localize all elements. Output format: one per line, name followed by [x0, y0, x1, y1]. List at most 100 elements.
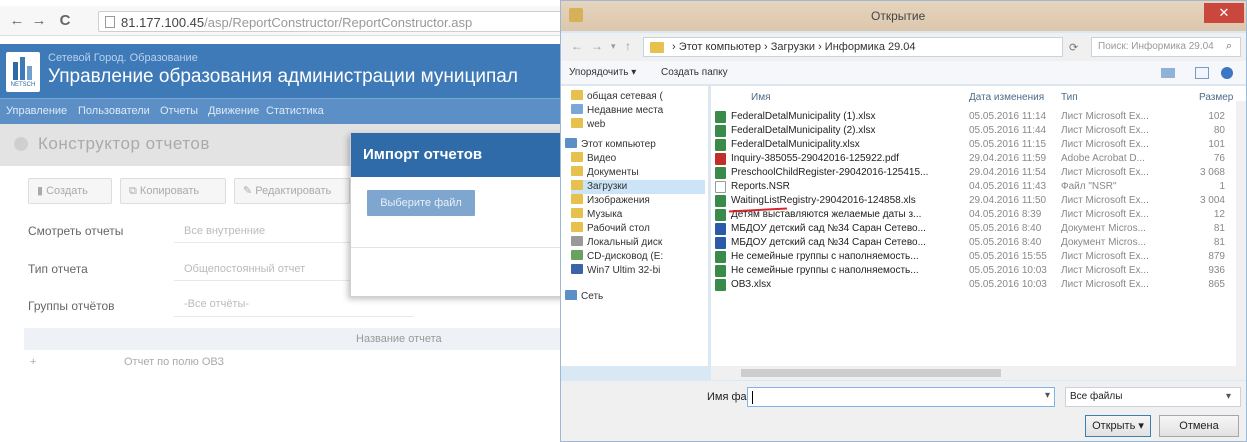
nav-item-local-disk[interactable]: Локальный диск [571, 236, 662, 250]
dialog-title: Открытие [871, 9, 926, 23]
file-date: 05.05.2016 11:15 [969, 139, 1047, 150]
file-row[interactable]: FederalDetalMunicipality (2).xlsx 05.05.2… [711, 124, 1246, 138]
file-type: Лист Microsoft Ex... [1061, 209, 1149, 220]
file-size: 1 [1219, 181, 1225, 192]
file-type: Лист Microsoft Ex... [1061, 167, 1149, 178]
reload-icon[interactable]: C [56, 12, 74, 30]
menu-item-movement[interactable]: Движение [208, 105, 259, 117]
file-row[interactable]: FederalDetalMunicipality.xlsx 05.05.2016 … [711, 138, 1246, 152]
nav-item-video[interactable]: Видео [571, 152, 616, 166]
file-row[interactable]: ОВЗ.xlsx 05.05.2016 10:03 Лист Microsoft E… [711, 278, 1246, 292]
new-folder-button[interactable]: Создать папку [661, 67, 728, 78]
file-size: 80 [1213, 125, 1225, 136]
close-button[interactable]: ✕ [1204, 3, 1244, 23]
view-reports-select[interactable]: Все внутренние [184, 225, 265, 237]
filename-input[interactable]: ▾ [747, 387, 1055, 407]
chevron-down-icon[interactable]: ▾ [1045, 390, 1050, 401]
file-date: 04.05.2016 11:43 [969, 181, 1047, 192]
nav-item-desktop[interactable]: Рабочий стол [571, 222, 650, 236]
nav-item-win7[interactable]: Win7 Ultim 32-bi [571, 264, 660, 278]
table-row[interactable]: + Отчет по полю ОВЗ [24, 352, 580, 374]
nav-item-this-pc[interactable]: Этот компьютер [565, 138, 656, 152]
copy-button[interactable]: ⧉ Копировать [120, 178, 226, 204]
file-date: 05.05.2016 11:44 [969, 125, 1047, 136]
choose-file-button[interactable]: Выберите файл [367, 190, 475, 216]
url-field[interactable]: 81.177.100.45/asp/ReportConstructor/Repo… [98, 11, 568, 32]
nav-item-network[interactable]: Сеть [565, 290, 603, 304]
forward-arrow-icon[interactable]: → [30, 12, 48, 30]
file-date: 05.05.2016 10:03 [969, 265, 1047, 276]
copy-button-label: Копировать [139, 185, 200, 197]
nav-item-documents[interactable]: Документы [571, 166, 639, 180]
file-row[interactable]: Детям выставляются желаемые даты з... 04.… [711, 208, 1246, 222]
menu-item-statistics[interactable]: Статистика [266, 105, 324, 117]
file-icon [715, 153, 726, 165]
column-report-name[interactable]: Название отчета [356, 333, 442, 345]
column-date[interactable]: Дата изменения [969, 92, 1044, 103]
column-size[interactable]: Размер [1199, 92, 1233, 103]
file-date: 05.05.2016 15:55 [969, 251, 1047, 262]
file-row[interactable]: Не семейные группы с наполняемость... 05.… [711, 250, 1246, 264]
menu-item-reports[interactable]: Отчеты [160, 105, 198, 117]
menu-item-users[interactable]: Пользователи [78, 105, 150, 117]
nav-item-music[interactable]: Музыка [571, 208, 622, 222]
report-groups-select[interactable]: -Все отчёты- [184, 298, 249, 310]
view-mode-icon[interactable] [1161, 68, 1175, 78]
nav-item-cd-drive[interactable]: CD-дисковод (E: [571, 250, 663, 264]
horizontal-scrollbar[interactable] [711, 366, 1246, 380]
documents-folder-icon [571, 166, 583, 176]
nav-item-shared[interactable]: общая сетевая ( [571, 90, 663, 104]
nav-item-web[interactable]: web [571, 118, 605, 132]
expand-icon[interactable]: + [30, 356, 36, 368]
cancel-button[interactable]: Отмена [1159, 415, 1239, 437]
help-icon[interactable] [1221, 67, 1233, 79]
url-host: 81.177.100.45 [121, 15, 205, 30]
file-type-select[interactable]: Все файлы ▾ [1065, 387, 1241, 407]
preview-pane-icon[interactable] [1195, 67, 1209, 79]
nav-item-recent[interactable]: Недавние места [571, 104, 663, 118]
file-row[interactable]: Reports.NSR 04.05.2016 11:43 Файл "NSR" 1 [711, 180, 1246, 194]
column-type[interactable]: Тип [1061, 92, 1078, 103]
edit-button[interactable]: ✎ Редактировать [234, 178, 350, 204]
file-type: Лист Microsoft Ex... [1061, 279, 1149, 290]
file-size: 936 [1208, 265, 1225, 276]
breadcrumb[interactable]: › Этот компьютер › Загрузки › Информика … [643, 37, 1063, 57]
column-name[interactable]: Имя [751, 92, 770, 103]
file-date: 05.05.2016 11:14 [969, 111, 1047, 122]
file-row[interactable]: FederalDetalMunicipality (1).xlsx 05.05.2… [711, 110, 1246, 124]
refresh-icon[interactable]: ⟳ [1069, 41, 1078, 54]
file-row[interactable]: WaitingListRegistry-29042016-124858.xls 2… [711, 194, 1246, 208]
file-name: Inquiry-385055-29042016-125922.pdf [731, 153, 899, 164]
pictures-folder-icon [571, 194, 583, 204]
file-row[interactable]: МБДОУ детский сад №34 Саран Сетево... 05.… [711, 222, 1246, 236]
nav-item-downloads[interactable]: Загрузки [571, 180, 705, 194]
search-input[interactable]: Поиск: Информика 29.04 ⌕ [1091, 37, 1241, 57]
scroll-thumb[interactable] [741, 369, 1001, 377]
file-size: 76 [1213, 153, 1225, 164]
back-arrow-icon[interactable]: ← [8, 12, 26, 30]
file-row[interactable]: Inquiry-385055-29042016-125922.pdf 29.04.… [711, 152, 1246, 166]
main-menu: Управление Пользователи Отчеты Движение … [0, 98, 580, 124]
file-row[interactable]: Не семейные группы с наполняемость... 05.… [711, 264, 1246, 278]
portal-subtitle: Сетевой Город. Образование [48, 52, 198, 64]
create-button[interactable]: ▮ Создать [28, 178, 112, 204]
file-type: Лист Microsoft Ex... [1061, 265, 1149, 276]
file-type: Лист Microsoft Ex... [1061, 139, 1149, 150]
open-button[interactable]: Открыть ▾ [1085, 415, 1151, 437]
report-type-select[interactable]: Общепостоянный отчет [184, 263, 305, 275]
organize-button[interactable]: Упорядочить ▾ [569, 67, 636, 78]
nav-item-pictures[interactable]: Изображения [571, 194, 650, 208]
menu-item-management[interactable]: Управление [6, 105, 67, 117]
file-name: FederalDetalMunicipality (2).xlsx [731, 125, 876, 136]
back-icon[interactable]: ← [571, 39, 583, 53]
edit-button-label: Редактировать [255, 185, 332, 197]
file-row[interactable]: МБДОУ детский сад №34 Саран Сетево... 05.… [711, 236, 1246, 250]
recent-dropdown-icon[interactable]: ▾ [611, 41, 616, 52]
browser-window: ← → C 81.177.100.45/asp/ReportConstructo… [0, 0, 580, 442]
vertical-scrollbar[interactable] [1236, 101, 1246, 366]
forward-icon[interactable]: → [591, 39, 603, 53]
dialog-title-bar[interactable]: Открытие ✕ [561, 1, 1246, 31]
file-row[interactable]: PreschoolChildRegister-29042016-125415..… [711, 166, 1246, 180]
file-size: 879 [1208, 251, 1225, 262]
up-icon[interactable]: ↑ [625, 39, 631, 53]
